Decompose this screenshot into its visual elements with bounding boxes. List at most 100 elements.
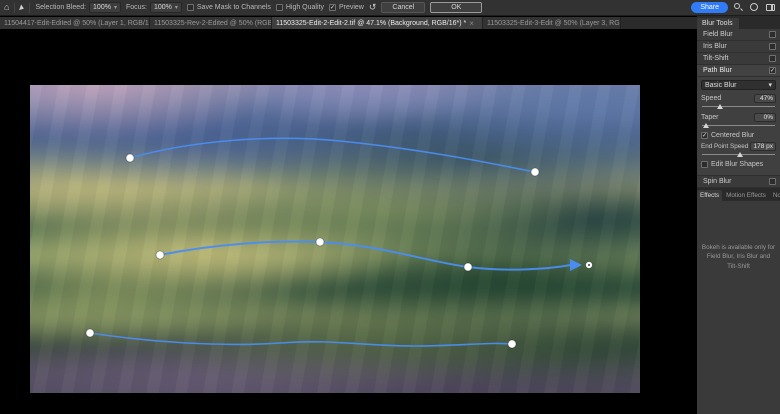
search-icon[interactable] bbox=[733, 2, 744, 13]
taper-param: Taper 0% bbox=[701, 113, 776, 122]
blur-path-middle-start-point[interactable] bbox=[156, 251, 164, 259]
tab-noise[interactable]: Noise bbox=[770, 190, 780, 201]
chevron-down-icon: ▾ bbox=[114, 4, 117, 11]
edit-blur-shapes-option[interactable]: Edit Blur Shapes bbox=[701, 161, 776, 168]
reset-blur-icon[interactable]: ↺ bbox=[369, 3, 377, 12]
divider bbox=[29, 3, 30, 13]
blur-tools-panel-tab[interactable]: Blur Tools bbox=[697, 18, 739, 29]
taper-value-field[interactable]: 0% bbox=[754, 113, 776, 122]
blur-path-bottom-end-point[interactable] bbox=[508, 340, 516, 348]
field-blur-row[interactable]: Field Blur bbox=[697, 29, 780, 41]
blur-path-top[interactable] bbox=[130, 138, 535, 172]
tilt-shift-checkbox[interactable] bbox=[769, 55, 776, 62]
account-icon-circle bbox=[750, 3, 758, 11]
taper-slider-thumb[interactable] bbox=[703, 123, 709, 128]
blur-path-middle-curve-point[interactable] bbox=[316, 238, 324, 246]
effects-panel-body: Bokeh is available only for Field Blur, … bbox=[697, 201, 780, 401]
document-tab-1[interactable]: 11504417-Edit-Edited @ 50% (Layer 1, RGB… bbox=[0, 17, 150, 29]
end-point-speed-label: End Point Speed bbox=[701, 143, 748, 150]
end-point-speed-value-field[interactable]: 178 px bbox=[750, 142, 776, 151]
end-point-speed-slider-thumb[interactable] bbox=[737, 152, 743, 157]
spin-blur-checkbox[interactable] bbox=[769, 178, 776, 185]
tilt-shift-label: Tilt-Shift bbox=[703, 55, 728, 62]
canvas-area[interactable] bbox=[0, 29, 697, 414]
blur-path-top-start-point[interactable] bbox=[126, 154, 134, 162]
edit-blur-shapes-label: Edit Blur Shapes bbox=[711, 161, 763, 168]
blur-path-bottom-start-point[interactable] bbox=[86, 329, 94, 337]
effects-tab-strip: Effects Motion Effects Noise bbox=[697, 188, 780, 201]
speed-slider-thumb[interactable] bbox=[717, 104, 723, 109]
high-quality-label: High Quality bbox=[286, 4, 324, 11]
tilt-shift-row[interactable]: Tilt-Shift bbox=[697, 53, 780, 65]
selection-bleed-value[interactable]: 100% ▾ bbox=[89, 2, 121, 13]
centered-blur-checkbox[interactable]: ✓ bbox=[701, 132, 708, 139]
share-button[interactable]: Share bbox=[691, 2, 728, 13]
speed-slider[interactable] bbox=[702, 104, 775, 110]
tab-effects[interactable]: Effects bbox=[697, 190, 722, 201]
iris-blur-row[interactable]: Iris Blur bbox=[697, 41, 780, 53]
selection-bleed-label: Selection Bleed: bbox=[35, 4, 86, 11]
spin-blur-label: Spin Blur bbox=[703, 178, 731, 185]
speed-param: Speed 47% bbox=[701, 94, 776, 103]
high-quality-option[interactable]: High Quality bbox=[276, 4, 324, 11]
path-blur-row[interactable]: Path Blur ✓ bbox=[697, 65, 780, 77]
blur-path-middle[interactable] bbox=[160, 242, 571, 270]
preview-label: Preview bbox=[339, 4, 364, 11]
workspace-icon-panel bbox=[771, 5, 773, 10]
effects-unavailable-message: Bokeh is available only for Field Blur, … bbox=[701, 243, 776, 271]
home-icon[interactable]: ⌂ bbox=[4, 3, 9, 12]
centered-blur-option[interactable]: ✓ Centered Blur bbox=[701, 132, 776, 139]
blur-type-value: Basic Blur bbox=[705, 82, 737, 89]
tab-motion-effects[interactable]: Motion Effects bbox=[723, 190, 769, 201]
focus-value-text: 100% bbox=[154, 4, 172, 11]
path-blur-label: Path Blur bbox=[703, 67, 732, 74]
document-tab-2-label: 11503325-Rev-2-Edited @ 50% (RGB/16*) bbox=[154, 20, 272, 27]
blur-gallery-options-bar: ⌂ Selection Bleed: 100% ▾ Focus: 100% ▾ … bbox=[0, 0, 780, 16]
iris-blur-checkbox[interactable] bbox=[769, 43, 776, 50]
ok-button[interactable]: OK bbox=[430, 2, 482, 13]
blur-path-top-end-point[interactable] bbox=[531, 168, 539, 176]
blur-tools-header: Blur Tools bbox=[697, 16, 780, 29]
preview-option[interactable]: ✓ Preview bbox=[329, 4, 364, 11]
end-point-speed-param: End Point Speed 178 px bbox=[701, 142, 776, 151]
edit-blur-shapes-checkbox[interactable] bbox=[701, 161, 708, 168]
account-icon[interactable] bbox=[749, 2, 760, 13]
chevron-down-icon: ▾ bbox=[175, 4, 178, 11]
blur-path-overlay bbox=[30, 85, 640, 393]
blur-tools-panel: Blur Tools Field Blur Iris Blur Tilt-Shi… bbox=[697, 16, 780, 414]
blur-path-arrow-icon[interactable] bbox=[570, 259, 582, 271]
close-icon[interactable]: × bbox=[469, 19, 474, 28]
path-blur-checkbox[interactable]: ✓ bbox=[769, 67, 776, 74]
iris-blur-label: Iris Blur bbox=[703, 43, 727, 50]
speed-slider-track bbox=[702, 106, 775, 107]
save-mask-checkbox[interactable] bbox=[187, 4, 194, 11]
blur-type-dropdown[interactable]: Basic Blur ▾ bbox=[701, 80, 776, 90]
field-blur-label: Field Blur bbox=[703, 31, 733, 38]
taper-slider[interactable] bbox=[702, 123, 775, 129]
preview-checkbox[interactable]: ✓ bbox=[329, 4, 336, 11]
high-quality-checkbox[interactable] bbox=[276, 4, 283, 11]
workspace-switcher-icon[interactable] bbox=[765, 2, 776, 13]
document-tab-4-label: 11503325-Edit-3-Edit @ 50% (Layer 3, RGB… bbox=[487, 20, 621, 27]
speed-value-field[interactable]: 47% bbox=[754, 94, 776, 103]
document-tab-3-active[interactable]: 11503325-Edit-2-Edit-2.tif @ 47.1% (Back… bbox=[272, 17, 483, 29]
blur-path-middle-curve-point-2[interactable] bbox=[464, 263, 472, 271]
search-icon-handle bbox=[740, 8, 743, 11]
save-mask-label: Save Mask to Channels bbox=[197, 4, 271, 11]
photo-document[interactable] bbox=[30, 85, 640, 393]
blur-tool-icon[interactable] bbox=[20, 4, 26, 11]
speed-label: Speed bbox=[701, 95, 721, 102]
document-tab-2[interactable]: 11503325-Rev-2-Edited @ 50% (RGB/16*) × bbox=[150, 17, 272, 29]
document-tab-4[interactable]: 11503325-Edit-3-Edit @ 50% (Layer 3, RGB… bbox=[483, 17, 621, 29]
cancel-button[interactable]: Cancel bbox=[381, 2, 425, 13]
save-mask-option[interactable]: Save Mask to Channels bbox=[187, 4, 271, 11]
blur-path-bottom[interactable] bbox=[90, 333, 512, 346]
spin-blur-row[interactable]: Spin Blur bbox=[697, 176, 780, 188]
focus-value[interactable]: 100% ▾ bbox=[150, 2, 182, 13]
focus-control: Focus: 100% ▾ bbox=[126, 2, 182, 13]
centered-blur-label: Centered Blur bbox=[711, 132, 754, 139]
selection-bleed-value-text: 100% bbox=[93, 4, 111, 11]
field-blur-checkbox[interactable] bbox=[769, 31, 776, 38]
divider bbox=[14, 3, 15, 13]
end-point-speed-slider[interactable] bbox=[702, 152, 775, 158]
